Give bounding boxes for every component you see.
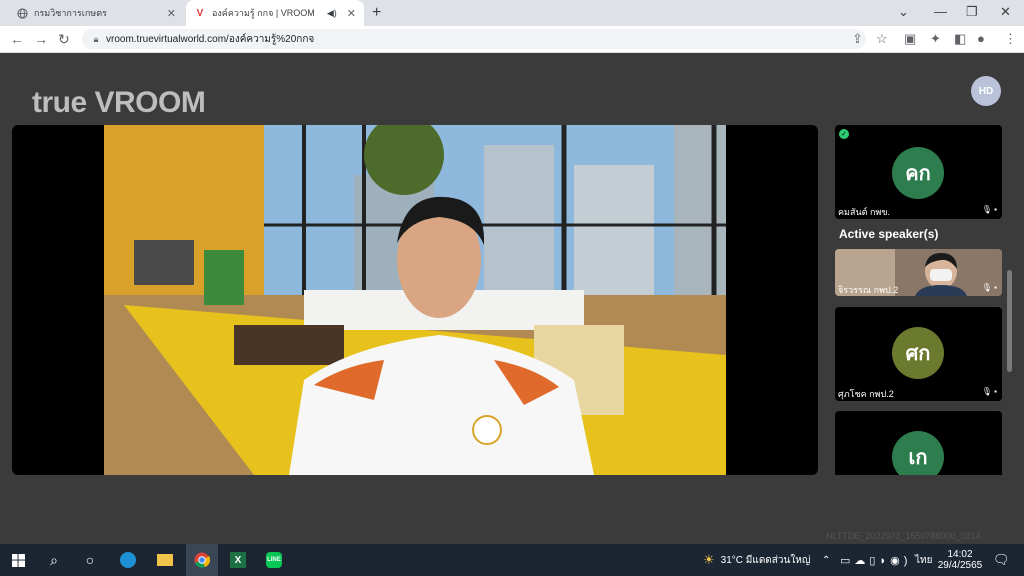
- participant-avatar: เก: [892, 431, 944, 475]
- weather-widget[interactable]: ☀ 31°C มีแดดส่วนใหญ่: [703, 544, 810, 576]
- start-windows-icon[interactable]: [2, 544, 34, 576]
- close-window-icon[interactable]: ✕: [1000, 4, 1011, 20]
- side-panel-icon[interactable]: ◧: [954, 31, 966, 47]
- speaker-video-image: [104, 125, 726, 475]
- close-icon[interactable]: ✕: [347, 7, 356, 20]
- address-bar[interactable]: 🔒︎ vroom.truevirtualworld.com/องค์ความรู…: [82, 29, 866, 49]
- tab-strip: กรมวิชาการเกษตร ✕ V องค์ความรู้ กกจ | VR…: [0, 0, 1024, 26]
- new-tab-button[interactable]: +: [372, 4, 381, 22]
- weather-text: 31°C มีแดดส่วนใหญ่: [720, 554, 811, 566]
- mic-muted-icon: 🎙︎ ▪: [981, 205, 997, 214]
- edge-icon[interactable]: [112, 544, 144, 576]
- participant-avatar: ศก: [892, 327, 944, 379]
- vroom-logo-icon: V: [196, 7, 204, 19]
- participant-avatar: คก: [892, 147, 944, 199]
- reload-icon[interactable]: ↻: [58, 31, 70, 48]
- extensions-puzzle-icon[interactable]: ✦: [930, 31, 941, 47]
- participant-tile[interactable]: เก: [835, 411, 1002, 475]
- participant-name: ศุภโชค กพป.2: [838, 389, 894, 399]
- user-avatar[interactable]: HD: [971, 76, 1001, 106]
- chrome-icon[interactable]: [186, 544, 218, 576]
- true-vroom-logo: true VROOM: [32, 86, 206, 119]
- forward-icon[interactable]: →: [34, 31, 48, 47]
- tab-doa[interactable]: กรมวิชาการเกษตร ✕: [8, 0, 184, 26]
- profile-icon[interactable]: ●: [977, 31, 985, 46]
- clock-date: 29/4/2565: [937, 560, 983, 571]
- extension-pdf-icon[interactable]: ▣: [904, 31, 916, 47]
- bookmark-star-icon[interactable]: ☆: [876, 31, 888, 47]
- file-explorer-icon[interactable]: [149, 544, 181, 576]
- watermark-text: NLTTDE_2022073_1650786000_0214: [826, 531, 981, 541]
- tab-search-icon[interactable]: ⌄: [898, 4, 909, 20]
- mic-muted-icon: 🎙︎ ▪: [981, 283, 997, 292]
- cortana-icon[interactable]: ○: [74, 544, 106, 576]
- clock[interactable]: 14:02 29/4/2565: [937, 548, 983, 572]
- clock-time: 14:02: [947, 549, 973, 560]
- active-speakers-label: Active speaker(s): [839, 227, 939, 241]
- active-speaker-tile[interactable]: จิรวรรณ กพป.2 🎙︎ ▪: [835, 249, 1002, 296]
- mic-icon: 🎙︎ ▪: [981, 387, 997, 396]
- tab-title: กรมวิชาการเกษตร: [34, 8, 107, 18]
- globe-icon: [16, 7, 28, 19]
- participant-tile[interactable]: ✓ คก คมสันต์ กพข. 🎙︎ ▪: [835, 125, 1002, 219]
- line-icon[interactable]: LINE: [258, 544, 290, 576]
- minimize-icon[interactable]: —: [934, 4, 947, 19]
- system-tray-icons[interactable]: ▭☁▯◗◉): [840, 544, 911, 576]
- verified-icon: ✓: [839, 129, 849, 139]
- close-icon[interactable]: ✕: [167, 7, 176, 20]
- show-hidden-icons-icon[interactable]: ⌃: [822, 544, 830, 576]
- participant-name: คมสันต์ กพข.: [838, 207, 890, 217]
- share-icon[interactable]: ⇪: [852, 31, 863, 47]
- tab-title: องค์ความรู้ กกจ | VROOM: [212, 8, 315, 18]
- windows-taskbar: ⌕ ○ X LINE ☀ 31°C มีแดดส่วนใหญ่ ⌃ ▭☁▯◗◉)…: [0, 544, 1024, 576]
- speaker-icon[interactable]: ◀): [327, 8, 337, 19]
- participants-panel: ✓ คก คมสันต์ กพข. 🎙︎ ▪ Active speaker(s)…: [835, 125, 1003, 475]
- menu-icon[interactable]: ⋮: [1004, 31, 1017, 47]
- participant-name: จิรวรรณ กพป.2: [838, 285, 899, 295]
- main-video-feed: [12, 125, 818, 475]
- back-icon[interactable]: ←: [10, 31, 24, 47]
- sun-cloud-icon: ☀: [703, 552, 715, 567]
- lock-icon: 🔒︎: [93, 33, 99, 44]
- browser-toolbar: ← → ↻ 🔒︎ vroom.truevirtualworld.com/องค์…: [0, 26, 1024, 53]
- excel-icon[interactable]: X: [222, 544, 254, 576]
- notifications-icon[interactable]: 🗨︎: [993, 544, 1010, 576]
- participant-tile[interactable]: ศก ศุภโชค กพป.2 🎙︎ ▪: [835, 307, 1002, 401]
- search-icon[interactable]: ⌕: [38, 544, 70, 576]
- url-text: vroom.truevirtualworld.com/องค์ความรู้%2…: [106, 33, 315, 45]
- tab-vroom[interactable]: V องค์ความรู้ กกจ | VROOM ◀) ✕: [186, 0, 364, 26]
- panel-scrollbar[interactable]: [1007, 270, 1012, 372]
- restore-icon[interactable]: ❐: [966, 4, 978, 20]
- input-language[interactable]: ไทย: [915, 544, 932, 576]
